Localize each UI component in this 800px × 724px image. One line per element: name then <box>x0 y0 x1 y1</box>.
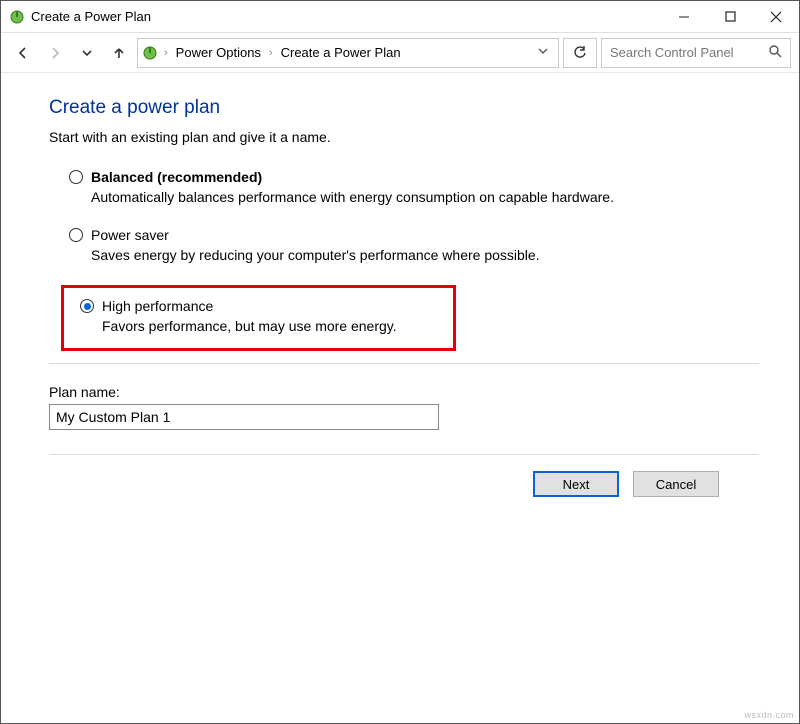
plan-name-label: Plan name: <box>49 384 759 400</box>
power-options-icon <box>9 9 25 25</box>
titlebar: Create a Power Plan <box>1 1 799 33</box>
option-desc: Automatically balances performance with … <box>91 189 759 205</box>
navbar: › Power Options › Create a Power Plan Se… <box>1 33 799 73</box>
search-icon <box>768 44 782 61</box>
power-options-icon <box>142 45 158 61</box>
option-label: High performance <box>102 298 213 314</box>
up-button[interactable] <box>105 39 133 67</box>
divider <box>49 363 759 364</box>
close-button[interactable] <box>753 1 799 33</box>
radio-high-performance[interactable] <box>80 299 94 313</box>
option-balanced[interactable]: Balanced (recommended) Automatically bal… <box>69 169 759 205</box>
page-heading: Create a power plan <box>49 97 759 119</box>
maximize-button[interactable] <box>707 1 753 33</box>
forward-button[interactable] <box>41 39 69 67</box>
search-placeholder: Search Control Panel <box>610 45 762 60</box>
search-input[interactable]: Search Control Panel <box>601 38 791 68</box>
breadcrumb-root[interactable]: Power Options <box>174 45 263 60</box>
option-desc: Favors performance, but may use more ene… <box>102 318 445 334</box>
option-desc: Saves energy by reducing your computer's… <box>91 247 759 263</box>
option-label: Power saver <box>91 227 169 243</box>
highlight-box: High performance Favors performance, but… <box>61 285 456 351</box>
option-power-saver[interactable]: Power saver Saves energy by reducing you… <box>69 227 759 263</box>
plan-name-input[interactable] <box>49 404 439 430</box>
radio-power-saver[interactable] <box>69 228 83 242</box>
cancel-button[interactable]: Cancel <box>633 471 719 497</box>
window-title: Create a Power Plan <box>31 9 151 24</box>
chevron-right-icon: › <box>269 47 273 59</box>
radio-balanced[interactable] <box>69 170 83 184</box>
footer: Next Cancel <box>49 454 759 513</box>
breadcrumb-current[interactable]: Create a Power Plan <box>279 45 403 60</box>
refresh-button[interactable] <box>563 38 597 68</box>
minimize-button[interactable] <box>661 1 707 33</box>
option-label: Balanced (recommended) <box>91 169 262 185</box>
content-area: Create a power plan Start with an existi… <box>1 73 799 525</box>
chevron-right-icon: › <box>164 47 168 59</box>
watermark: wsxdn.com <box>744 710 794 720</box>
back-button[interactable] <box>9 39 37 67</box>
recent-locations-button[interactable] <box>73 39 101 67</box>
address-bar[interactable]: › Power Options › Create a Power Plan <box>137 38 559 68</box>
option-high-performance[interactable]: High performance Favors performance, but… <box>80 298 445 334</box>
page-subtext: Start with an existing plan and give it … <box>49 129 759 145</box>
chevron-down-icon[interactable] <box>532 46 554 59</box>
next-button[interactable]: Next <box>533 471 619 497</box>
